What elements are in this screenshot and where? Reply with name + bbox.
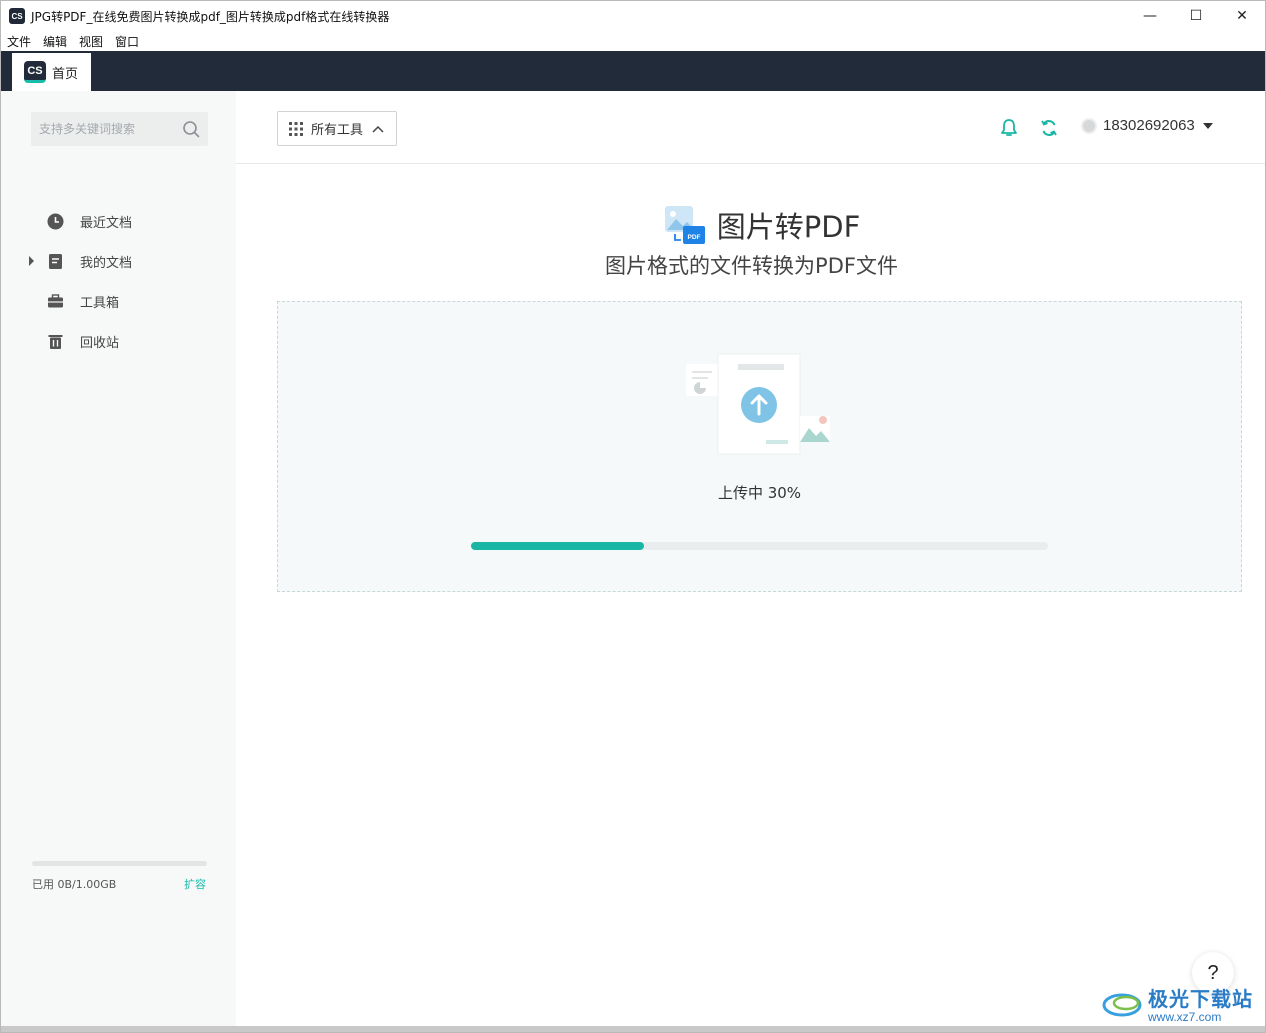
menu-view[interactable]: 视图 bbox=[79, 33, 103, 50]
close-button[interactable]: ✕ bbox=[1219, 1, 1265, 31]
upload-drop-zone[interactable]: 上传中 30% bbox=[277, 301, 1242, 592]
sidebar-item-recent[interactable]: 最近文档 bbox=[1, 201, 236, 241]
toolbox-icon bbox=[47, 293, 64, 310]
menu-window[interactable]: 窗口 bbox=[115, 33, 139, 50]
account-menu[interactable]: 18302692063 bbox=[1081, 117, 1213, 134]
camscanner-logo: CS bbox=[24, 61, 46, 83]
upload-progress-fill bbox=[471, 542, 645, 550]
grid-icon bbox=[289, 121, 303, 136]
caret-down-icon bbox=[1202, 122, 1213, 129]
maximize-button[interactable]: ☐ bbox=[1173, 1, 1219, 31]
sidebar-item-my-docs[interactable]: 我的文档 bbox=[1, 241, 236, 281]
all-tools-button[interactable]: 所有工具 bbox=[277, 111, 397, 146]
sidebar-nav: 最近文档 我的文档 工具箱 回收站 bbox=[1, 201, 236, 361]
app-icon: CS bbox=[9, 8, 25, 24]
sidebar-item-toolbox[interactable]: 工具箱 bbox=[1, 281, 236, 321]
tab-bar: CS 首页 bbox=[1, 51, 1265, 91]
search-input[interactable] bbox=[39, 122, 179, 136]
feature-subtitle: 图片格式的文件转换为PDF文件 bbox=[605, 254, 898, 278]
sync-icon[interactable] bbox=[1039, 118, 1059, 138]
chevron-up-icon bbox=[372, 125, 384, 133]
watermark-logo-icon bbox=[1102, 993, 1142, 1016]
document-icon bbox=[47, 253, 64, 270]
search-icon[interactable] bbox=[182, 120, 200, 138]
tab-home[interactable]: CS 首页 bbox=[12, 53, 91, 91]
all-tools-label: 所有工具 bbox=[311, 123, 364, 138]
image-to-pdf-icon: PDF bbox=[664, 206, 705, 244]
watermark: 极光下载站 www.xz7.com bbox=[1102, 983, 1253, 1024]
main-toolbar: 所有工具 18302692063 bbox=[236, 91, 1265, 164]
horizontal-scrollbar[interactable] bbox=[1, 1026, 1265, 1032]
trash-icon bbox=[47, 333, 64, 350]
sidebar-item-label: 工具箱 bbox=[80, 295, 120, 311]
sidebar: 最近文档 我的文档 工具箱 回收站 bbox=[1, 91, 236, 1032]
title-bar: CS JPG转PDF_在线免费图片转换成pdf_图片转换成pdf格式在线转换器 … bbox=[1, 1, 1265, 31]
watermark-name: 极光下载站 bbox=[1148, 987, 1253, 1011]
storage-usage-text: 已用 0B/1.00GB bbox=[32, 878, 117, 891]
window-title: JPG转PDF_在线免费图片转换成pdf_图片转换成pdf格式在线转换器 bbox=[31, 9, 390, 24]
menu-bar: 文件 编辑 视图 窗口 bbox=[1, 31, 1265, 51]
sidebar-item-label: 我的文档 bbox=[80, 255, 133, 271]
sidebar-item-label: 最近文档 bbox=[80, 215, 133, 231]
upload-progress-bar bbox=[471, 542, 1048, 550]
bell-icon[interactable] bbox=[999, 118, 1019, 138]
upload-illustration-icon bbox=[686, 353, 830, 455]
window-controls: — ☐ ✕ bbox=[1127, 1, 1265, 31]
expand-caret-icon[interactable] bbox=[29, 256, 34, 266]
app-window: CS JPG转PDF_在线免费图片转换成pdf_图片转换成pdf格式在线转换器 … bbox=[0, 0, 1266, 1033]
tab-home-label: 首页 bbox=[52, 66, 79, 82]
storage-usage-bar bbox=[32, 861, 207, 866]
minimize-button[interactable]: — bbox=[1127, 1, 1173, 31]
upload-status-text: 上传中 30% bbox=[717, 484, 802, 502]
expand-storage-link[interactable]: 扩容 bbox=[184, 876, 206, 892]
search-box bbox=[31, 112, 208, 146]
menu-file[interactable]: 文件 bbox=[7, 33, 31, 50]
main-content: 所有工具 18302692063 PDF 图片转PDF 图片格式的文件转换为PD… bbox=[236, 91, 1265, 1032]
feature-header: PDF 图片转PDF bbox=[236, 204, 1265, 246]
watermark-url: www.xz7.com bbox=[1148, 1010, 1222, 1024]
menu-edit[interactable]: 编辑 bbox=[43, 33, 67, 50]
sidebar-item-trash[interactable]: 回收站 bbox=[1, 321, 236, 361]
sidebar-item-label: 回收站 bbox=[80, 335, 120, 351]
feature-title: 图片转PDF bbox=[716, 210, 861, 244]
pdf-badge-text: PDF bbox=[687, 234, 700, 241]
avatar bbox=[1081, 117, 1097, 134]
clock-icon bbox=[47, 213, 64, 230]
account-phone: 18302692063 bbox=[1103, 117, 1195, 134]
